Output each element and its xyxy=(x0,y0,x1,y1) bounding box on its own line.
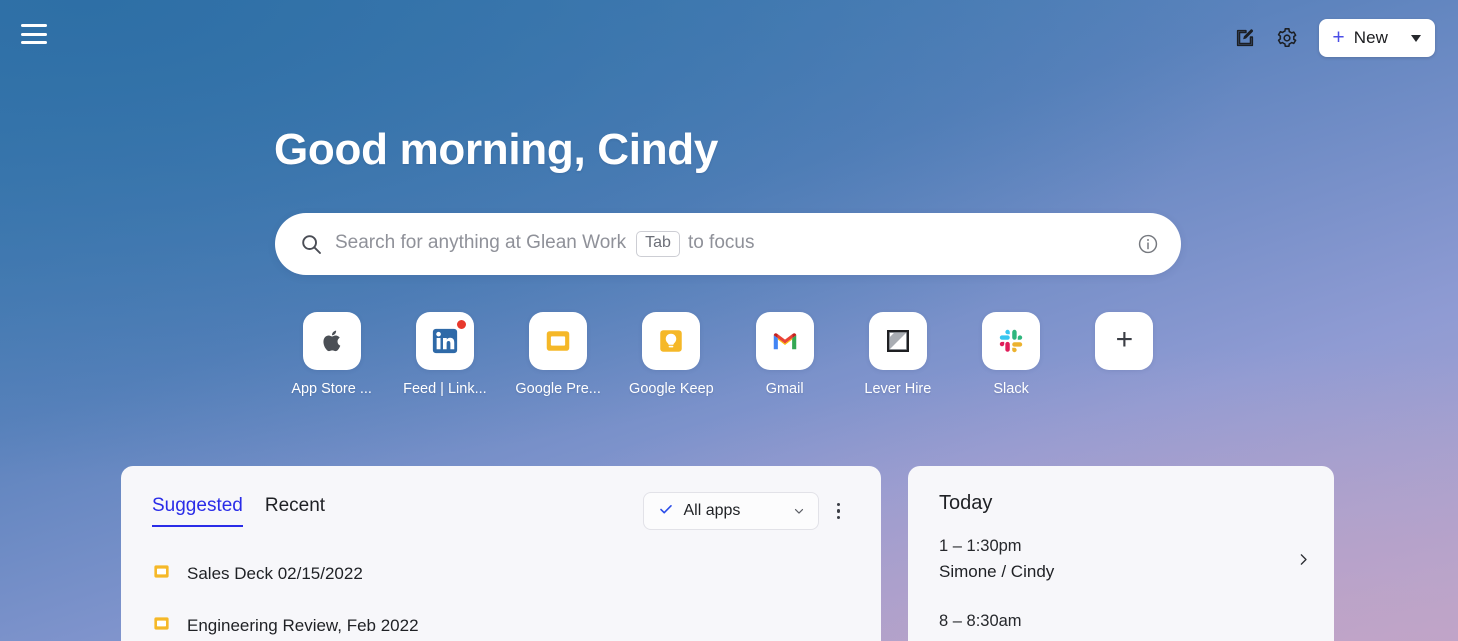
add-plus-icon: + xyxy=(1095,312,1154,370)
suggested-document-list: Sales Deck 02/15/2022 Engineering Review… xyxy=(121,530,881,641)
search-icon xyxy=(299,232,323,256)
calendar-event-item[interactable]: 8 – 8:30am xyxy=(908,582,1334,631)
slack-icon xyxy=(982,312,1041,370)
new-button[interactable]: + New xyxy=(1319,19,1435,57)
page-title: Good morning, Cindy xyxy=(274,125,719,174)
info-circle-icon[interactable] xyxy=(1137,233,1159,255)
event-title: Simone / Cindy xyxy=(939,562,1055,581)
caret-down-icon[interactable] xyxy=(1411,34,1421,42)
list-item-title: Sales Deck 02/15/2022 xyxy=(187,564,363,583)
plus-icon: + xyxy=(1332,25,1345,49)
app-shortcut-label: Google Keep xyxy=(629,381,714,397)
tab-recent[interactable]: Recent xyxy=(265,495,325,527)
list-item[interactable]: Engineering Review, Feb 2022 xyxy=(152,600,881,641)
chevron-right-icon[interactable] xyxy=(1295,551,1312,568)
all-apps-filter-label: All apps xyxy=(683,502,741,519)
top-bar-actions: + New xyxy=(1233,19,1435,57)
app-shortcut-app-store[interactable]: App Store ... xyxy=(275,312,388,397)
list-item[interactable]: Sales Deck 02/15/2022 xyxy=(152,548,881,600)
event-time: 8 – 8:30am xyxy=(939,612,1022,630)
google-slides-icon xyxy=(529,312,588,370)
google-slides-icon xyxy=(152,562,171,586)
apple-app-store-icon xyxy=(302,312,361,370)
calendar-event-item[interactable]: 1 – 1:30pm Simone / Cindy xyxy=(908,515,1334,582)
card-tabs: Suggested Recent xyxy=(152,495,325,527)
new-button-label: New xyxy=(1353,28,1388,47)
app-shortcut-linkedin[interactable]: Feed | Link... xyxy=(388,312,501,397)
google-slides-icon xyxy=(152,614,171,638)
gmail-icon xyxy=(755,312,814,370)
gear-icon[interactable] xyxy=(1275,26,1299,50)
hamburger-menu-icon[interactable] xyxy=(21,24,47,44)
search-input[interactable]: Search for anything at Glean Work Tab to f… xyxy=(275,213,1181,275)
kebab-menu-icon[interactable] xyxy=(832,497,846,526)
app-shortcut-google-keep[interactable]: Google Keep xyxy=(615,312,728,397)
today-card: Today 1 – 1:30pm Simone / Cindy 8 – 8:30… xyxy=(908,466,1334,641)
compose-edit-icon[interactable] xyxy=(1233,26,1257,50)
app-shortcut-gmail[interactable]: Gmail xyxy=(728,312,841,397)
lever-hire-icon xyxy=(868,312,927,370)
search-placeholder: Search for anything at Glean Work Tab to f… xyxy=(335,231,755,257)
tab-key-badge: Tab xyxy=(636,231,680,257)
add-app-shortcut-button[interactable]: + xyxy=(1068,312,1181,381)
chevron-down-icon xyxy=(792,504,806,518)
app-shortcut-label: Feed | Link... xyxy=(403,381,487,397)
check-icon xyxy=(658,501,674,521)
suggested-card-header: Suggested Recent All apps xyxy=(121,466,881,530)
google-keep-icon xyxy=(642,312,701,370)
suggested-card: Suggested Recent All apps Sales Deck 02/… xyxy=(121,466,881,641)
all-apps-filter-dropdown[interactable]: All apps xyxy=(642,492,819,530)
app-shortcuts: App Store ... Feed | Link... Google Pre.… xyxy=(275,312,1181,397)
search-placeholder-suffix: to focus xyxy=(687,232,755,254)
today-card-title: Today xyxy=(939,492,993,514)
suggested-card-controls: All apps xyxy=(642,492,846,530)
app-shortcut-label: App Store ... xyxy=(291,381,372,397)
app-shortcut-label: Lever Hire xyxy=(864,381,932,397)
app-shortcut-label: Google Pre... xyxy=(515,381,601,397)
top-bar: + New xyxy=(0,0,1458,82)
app-shortcut-slack[interactable]: Slack xyxy=(955,312,1068,397)
linkedin-icon xyxy=(415,312,474,370)
list-item-title: Engineering Review, Feb 2022 xyxy=(187,616,419,635)
app-shortcut-google-slides[interactable]: Google Pre... xyxy=(502,312,615,397)
notification-badge-icon xyxy=(455,319,467,330)
app-shortcut-label: Gmail xyxy=(765,381,804,397)
search-placeholder-prefix: Search for anything at Glean Work xyxy=(335,232,627,254)
app-shortcut-label: Slack xyxy=(993,381,1029,397)
tab-suggested[interactable]: Suggested xyxy=(152,495,243,527)
event-time: 1 – 1:30pm xyxy=(939,537,1022,555)
app-shortcut-lever-hire[interactable]: Lever Hire xyxy=(841,312,954,397)
